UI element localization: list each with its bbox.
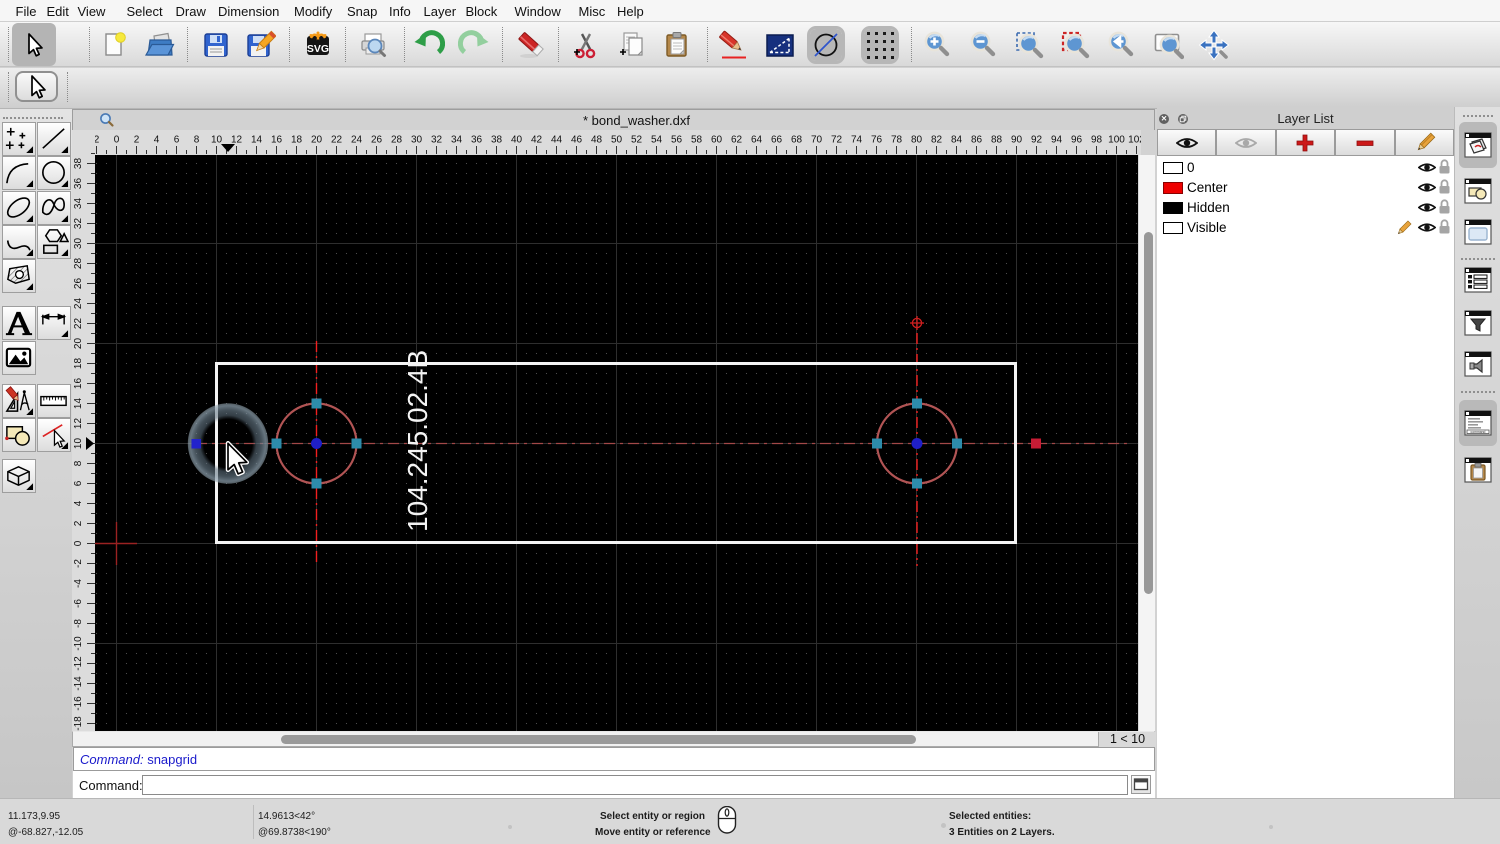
svg-text:0: 0: [114, 135, 120, 146]
svg-text:76: 76: [871, 135, 883, 146]
svg-text:30: 30: [411, 135, 423, 146]
svg-text:4: 4: [154, 135, 160, 146]
svg-text:22: 22: [331, 135, 343, 146]
svg-text:2: 2: [95, 135, 100, 146]
svg-text:48: 48: [591, 135, 603, 146]
svg-text:60: 60: [711, 135, 723, 146]
svg-text:56: 56: [671, 135, 683, 146]
svg-text:88: 88: [991, 135, 1003, 146]
svg-text:2: 2: [73, 520, 84, 526]
svg-text:74: 74: [851, 135, 863, 146]
svg-text:-10: -10: [73, 636, 84, 651]
svg-text:84: 84: [951, 135, 963, 146]
svg-text:-6: -6: [73, 599, 84, 608]
svg-text:16: 16: [73, 378, 84, 390]
svg-text:28: 28: [73, 258, 84, 270]
svg-text:-2: -2: [73, 559, 84, 568]
svg-text:36: 36: [471, 135, 483, 146]
svg-text:-14: -14: [73, 676, 84, 691]
svg-text:80: 80: [911, 135, 923, 146]
svg-text:44: 44: [551, 135, 563, 146]
svg-text:102: 102: [1128, 135, 1141, 146]
svg-text:38: 38: [491, 135, 503, 146]
svg-text:66: 66: [771, 135, 783, 146]
svg-text:26: 26: [73, 278, 84, 290]
svg-text:6: 6: [174, 135, 180, 146]
svg-text:82: 82: [931, 135, 943, 146]
svg-text:2: 2: [134, 135, 140, 146]
svg-text:12: 12: [231, 135, 243, 146]
svg-text:14: 14: [73, 398, 84, 410]
svg-text:86: 86: [971, 135, 983, 146]
svg-text:8: 8: [194, 135, 200, 146]
svg-text:24: 24: [351, 135, 363, 146]
svg-text:68: 68: [791, 135, 803, 146]
svg-text:90: 90: [1011, 135, 1023, 146]
svg-text:16: 16: [271, 135, 283, 146]
svg-text:14: 14: [251, 135, 263, 146]
svg-text:72: 72: [831, 135, 843, 146]
svg-text:10: 10: [211, 135, 223, 146]
svg-text:SVG: SVG: [307, 43, 329, 55]
svg-text:92: 92: [1031, 135, 1043, 146]
svg-text:58: 58: [691, 135, 703, 146]
svg-text:32: 32: [73, 218, 84, 230]
svg-text:94: 94: [1051, 135, 1063, 146]
svg-text:20: 20: [73, 338, 84, 350]
svg-text:34: 34: [451, 135, 463, 146]
svg-text:38: 38: [73, 158, 84, 170]
svg-text:22: 22: [73, 318, 84, 330]
svg-text:54: 54: [651, 135, 663, 146]
svg-text:command: command: [1471, 430, 1486, 434]
svg-text:50: 50: [611, 135, 623, 146]
svg-text:4: 4: [73, 500, 84, 506]
svg-text:40: 40: [511, 135, 523, 146]
svg-text:6: 6: [73, 480, 84, 486]
svg-text:100: 100: [1108, 135, 1125, 146]
svg-text:-8: -8: [73, 619, 84, 628]
svg-text:0: 0: [73, 540, 84, 546]
svg-text:-12: -12: [73, 656, 84, 671]
svg-text:18: 18: [73, 358, 84, 370]
svg-text:-18: -18: [73, 716, 84, 731]
svg-text:30: 30: [73, 238, 84, 250]
svg-text:46: 46: [571, 135, 583, 146]
svg-text:96: 96: [1071, 135, 1083, 146]
svg-text:104.245.02.4B: 104.245.02.4B: [402, 350, 433, 532]
svg-text:20: 20: [311, 135, 323, 146]
svg-text:-4: -4: [73, 579, 84, 588]
svg-text:42: 42: [531, 135, 543, 146]
svg-text:32: 32: [431, 135, 443, 146]
svg-text:52: 52: [631, 135, 643, 146]
svg-text:-16: -16: [73, 696, 84, 711]
svg-text:70: 70: [811, 135, 823, 146]
svg-text:8: 8: [73, 460, 84, 466]
svg-text:78: 78: [891, 135, 903, 146]
svg-text:36: 36: [73, 178, 84, 190]
svg-text:64: 64: [751, 135, 763, 146]
svg-text:98: 98: [1091, 135, 1103, 146]
svg-text:24: 24: [73, 298, 84, 310]
svg-text:34: 34: [73, 198, 84, 210]
svg-text:26: 26: [371, 135, 383, 146]
svg-text:62: 62: [731, 135, 743, 146]
svg-text:12: 12: [73, 418, 84, 430]
svg-text:10: 10: [73, 438, 84, 450]
svg-text:28: 28: [391, 135, 403, 146]
svg-text:18: 18: [291, 135, 303, 146]
